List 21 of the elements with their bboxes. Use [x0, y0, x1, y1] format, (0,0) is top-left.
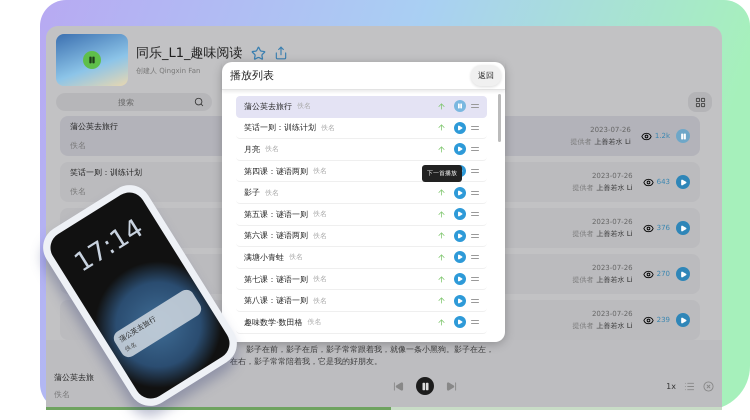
track-title: 笑话一则：训练计划	[70, 167, 142, 178]
row-title: 第七课：谜语一则	[244, 274, 308, 285]
row-title: 第四课：谜语两则	[244, 166, 308, 177]
row-title: 满塘小青蛙	[244, 252, 284, 263]
lyrics-line: 影子在前，影子在后，影子常常跟着我，就像一条小黑狗。影子在左，	[246, 344, 494, 356]
row-title: 影子	[244, 187, 260, 198]
row-title: 第八课：谜语一则	[244, 295, 308, 306]
row-title: 第五课：谜语一则	[244, 208, 308, 220]
row-title: 蒲公英去旅行	[244, 100, 292, 112]
now-playing-title: 蒲公英去旅	[54, 372, 94, 383]
row-title: 趣味数学·数田格	[244, 316, 303, 328]
row-title: 月亮	[244, 144, 260, 155]
track-author: 佚名	[70, 140, 86, 151]
playlist-title: 同乐_L1_趣味阅读	[136, 45, 243, 62]
track-author: 佚名	[70, 186, 86, 197]
row-title: 笑话一则：训练计划	[244, 122, 316, 134]
now-playing-author: 佚名	[54, 389, 70, 400]
dialog-title: 播放列表	[230, 68, 274, 83]
row-title: 第六课：谜语两则	[244, 230, 308, 242]
track-title: 蒲公英去旅行	[70, 121, 118, 132]
lyrics-line: 在右，影子常常陪着我，它是我的好朋友。	[230, 356, 382, 368]
